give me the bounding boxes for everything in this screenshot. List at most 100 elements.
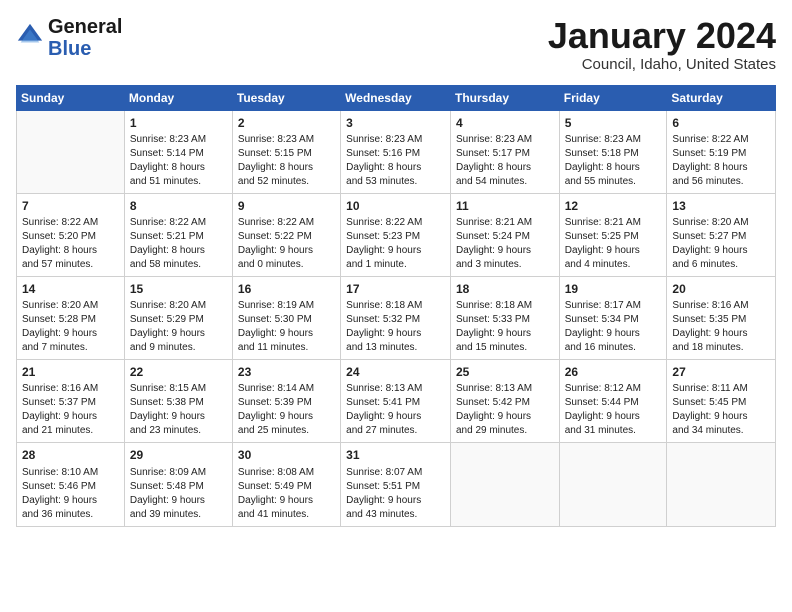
calendar-cell: 2 Sunrise: 8:23 AM Sunset: 5:15 PM Daylig… (232, 110, 340, 193)
calendar-cell: 20 Sunrise: 8:16 AM Sunset: 5:35 PM Dayli… (667, 276, 776, 359)
calendar-cell: 18 Sunrise: 8:18 AM Sunset: 5:33 PM Dayli… (450, 276, 559, 359)
day-content: Sunrise: 8:10 AM Sunset: 5:46 PM Dayligh… (22, 466, 119, 522)
day-number: 12 (565, 198, 662, 214)
header: General Blue January 2024 Council, Idaho… (16, 16, 776, 73)
calendar-cell: 30Sunrise: 8:08 AM Sunset: 5:49 PM Dayli… (232, 443, 340, 526)
day-content: Sunrise: 8:16 AM Sunset: 5:37 PM Dayligh… (22, 382, 119, 438)
calendar-cell: 12 Sunrise: 8:21 AM Sunset: 5:25 PM Dayli… (559, 193, 667, 276)
day-number: 21 (22, 364, 119, 380)
day-number: 23 (238, 364, 335, 380)
day-number: 22 (130, 364, 227, 380)
day-number: 18 (456, 281, 554, 297)
calendar-cell (450, 443, 559, 526)
day-content: Sunrise: 8:21 AM Sunset: 5:25 PM Dayligh… (565, 216, 662, 272)
day-content: Sunrise: 8:20 AM Sunset: 5:28 PM Dayligh… (22, 299, 119, 355)
day-content: Sunrise: 8:17 AM Sunset: 5:34 PM Dayligh… (565, 299, 662, 355)
day-number: 26 (565, 364, 662, 380)
day-content: Sunrise: 8:22 AM Sunset: 5:21 PM Dayligh… (130, 216, 227, 272)
calendar-cell: 25 Sunrise: 8:13 AM Sunset: 5:42 PM Dayli… (450, 360, 559, 443)
calendar-cell: 19Sunrise: 8:17 AM Sunset: 5:34 PM Dayli… (559, 276, 667, 359)
logo-icon (16, 22, 44, 50)
calendar-cell: 8 Sunrise: 8:22 AM Sunset: 5:21 PM Daylig… (124, 193, 232, 276)
calendar-cell: 22 Sunrise: 8:15 AM Sunset: 5:38 PM Dayli… (124, 360, 232, 443)
col-header-friday: Friday (559, 85, 667, 110)
logo-text: General Blue (48, 16, 122, 60)
calendar-cell: 11 Sunrise: 8:21 AM Sunset: 5:24 PM Dayli… (450, 193, 559, 276)
day-number: 1 (130, 115, 227, 131)
location-subtitle: Council, Idaho, United States (548, 56, 776, 73)
day-content: Sunrise: 8:22 AM Sunset: 5:19 PM Dayligh… (672, 133, 770, 189)
calendar-cell: 28Sunrise: 8:10 AM Sunset: 5:46 PM Dayli… (17, 443, 125, 526)
calendar-cell: 13Sunrise: 8:20 AM Sunset: 5:27 PM Dayli… (667, 193, 776, 276)
day-content: Sunrise: 8:23 AM Sunset: 5:18 PM Dayligh… (565, 133, 662, 189)
calendar-week-5: 28Sunrise: 8:10 AM Sunset: 5:46 PM Dayli… (17, 443, 776, 526)
month-title: January 2024 (548, 16, 776, 56)
title-block: January 2024 Council, Idaho, United Stat… (548, 16, 776, 73)
calendar-cell: 24 Sunrise: 8:13 AM Sunset: 5:41 PM Dayli… (341, 360, 451, 443)
calendar-cell: 31 Sunrise: 8:07 AM Sunset: 5:51 PM Dayli… (341, 443, 451, 526)
day-number: 2 (238, 115, 335, 131)
day-content: Sunrise: 8:13 AM Sunset: 5:41 PM Dayligh… (346, 382, 445, 438)
day-number: 20 (672, 281, 770, 297)
day-number: 17 (346, 281, 445, 297)
day-content: Sunrise: 8:22 AM Sunset: 5:23 PM Dayligh… (346, 216, 445, 272)
day-number: 3 (346, 115, 445, 131)
calendar-cell: 1 Sunrise: 8:23 AM Sunset: 5:14 PM Daylig… (124, 110, 232, 193)
day-content: Sunrise: 8:16 AM Sunset: 5:35 PM Dayligh… (672, 299, 770, 355)
calendar-week-2: 7Sunrise: 8:22 AM Sunset: 5:20 PM Daylig… (17, 193, 776, 276)
day-number: 11 (456, 198, 554, 214)
day-number: 6 (672, 115, 770, 131)
day-number: 25 (456, 364, 554, 380)
calendar-week-4: 21 Sunrise: 8:16 AM Sunset: 5:37 PM Dayli… (17, 360, 776, 443)
day-number: 8 (130, 198, 227, 214)
day-number: 27 (672, 364, 770, 380)
calendar-table: SundayMondayTuesdayWednesdayThursdayFrid… (16, 85, 776, 527)
day-number: 29 (130, 447, 227, 463)
day-content: Sunrise: 8:07 AM Sunset: 5:51 PM Dayligh… (346, 466, 445, 522)
logo-blue: Blue (48, 38, 122, 60)
calendar-cell: 6 Sunrise: 8:22 AM Sunset: 5:19 PM Daylig… (667, 110, 776, 193)
calendar-cell: 26 Sunrise: 8:12 AM Sunset: 5:44 PM Dayli… (559, 360, 667, 443)
day-content: Sunrise: 8:09 AM Sunset: 5:48 PM Dayligh… (130, 466, 227, 522)
calendar-cell: 5 Sunrise: 8:23 AM Sunset: 5:18 PM Daylig… (559, 110, 667, 193)
day-number: 13 (672, 198, 770, 214)
day-number: 31 (346, 447, 445, 463)
day-content: Sunrise: 8:21 AM Sunset: 5:24 PM Dayligh… (456, 216, 554, 272)
calendar-header-row: SundayMondayTuesdayWednesdayThursdayFrid… (17, 85, 776, 110)
day-content: Sunrise: 8:15 AM Sunset: 5:38 PM Dayligh… (130, 382, 227, 438)
day-number: 16 (238, 281, 335, 297)
calendar-cell: 21 Sunrise: 8:16 AM Sunset: 5:37 PM Dayli… (17, 360, 125, 443)
day-number: 24 (346, 364, 445, 380)
day-content: Sunrise: 8:23 AM Sunset: 5:14 PM Dayligh… (130, 133, 227, 189)
calendar-cell: 16 Sunrise: 8:19 AM Sunset: 5:30 PM Dayli… (232, 276, 340, 359)
col-header-wednesday: Wednesday (341, 85, 451, 110)
calendar-cell: 15Sunrise: 8:20 AM Sunset: 5:29 PM Dayli… (124, 276, 232, 359)
day-content: Sunrise: 8:18 AM Sunset: 5:33 PM Dayligh… (456, 299, 554, 355)
day-content: Sunrise: 8:22 AM Sunset: 5:20 PM Dayligh… (22, 216, 119, 272)
day-number: 14 (22, 281, 119, 297)
day-content: Sunrise: 8:12 AM Sunset: 5:44 PM Dayligh… (565, 382, 662, 438)
calendar-cell: 23 Sunrise: 8:14 AM Sunset: 5:39 PM Dayli… (232, 360, 340, 443)
page-container: General Blue January 2024 Council, Idaho… (0, 0, 792, 537)
calendar-cell: 3 Sunrise: 8:23 AM Sunset: 5:16 PM Daylig… (341, 110, 451, 193)
calendar-cell: 4Sunrise: 8:23 AM Sunset: 5:17 PM Daylig… (450, 110, 559, 193)
calendar-cell: 27 Sunrise: 8:11 AM Sunset: 5:45 PM Dayli… (667, 360, 776, 443)
day-content: Sunrise: 8:14 AM Sunset: 5:39 PM Dayligh… (238, 382, 335, 438)
col-header-sunday: Sunday (17, 85, 125, 110)
calendar-cell: 14 Sunrise: 8:20 AM Sunset: 5:28 PM Dayli… (17, 276, 125, 359)
calendar-week-3: 14 Sunrise: 8:20 AM Sunset: 5:28 PM Dayli… (17, 276, 776, 359)
day-content: Sunrise: 8:23 AM Sunset: 5:16 PM Dayligh… (346, 133, 445, 189)
day-content: Sunrise: 8:23 AM Sunset: 5:15 PM Dayligh… (238, 133, 335, 189)
logo: General Blue (16, 16, 122, 60)
day-number: 5 (565, 115, 662, 131)
calendar-cell (667, 443, 776, 526)
col-header-thursday: Thursday (450, 85, 559, 110)
calendar-week-1: 1 Sunrise: 8:23 AM Sunset: 5:14 PM Daylig… (17, 110, 776, 193)
day-content: Sunrise: 8:19 AM Sunset: 5:30 PM Dayligh… (238, 299, 335, 355)
day-content: Sunrise: 8:11 AM Sunset: 5:45 PM Dayligh… (672, 382, 770, 438)
calendar-cell: 7Sunrise: 8:22 AM Sunset: 5:20 PM Daylig… (17, 193, 125, 276)
calendar-cell: 29 Sunrise: 8:09 AM Sunset: 5:48 PM Dayli… (124, 443, 232, 526)
day-content: Sunrise: 8:13 AM Sunset: 5:42 PM Dayligh… (456, 382, 554, 438)
day-content: Sunrise: 8:08 AM Sunset: 5:49 PM Dayligh… (238, 466, 335, 522)
day-content: Sunrise: 8:23 AM Sunset: 5:17 PM Dayligh… (456, 133, 554, 189)
